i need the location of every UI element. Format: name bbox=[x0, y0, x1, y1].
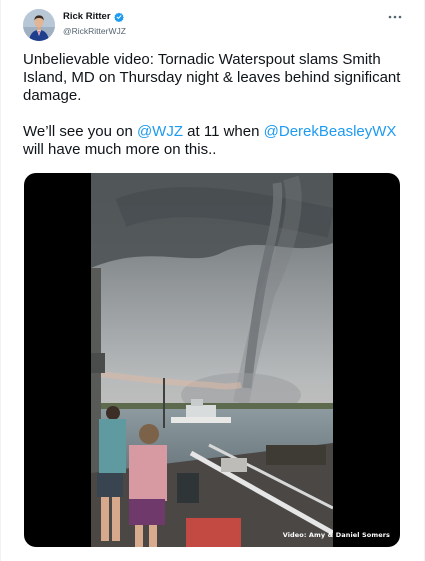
tweet-paragraph-2: We’ll see you on @WJZ at 11 when @DerekB… bbox=[23, 123, 408, 159]
author-name-row: Rick Ritter bbox=[63, 11, 124, 22]
author-avatar[interactable] bbox=[23, 9, 55, 41]
verified-badge-icon bbox=[113, 12, 124, 22]
author-handle[interactable]: @RickRitterWJZ bbox=[63, 26, 126, 36]
tweet-video[interactable]: Video: Amy & Daniel Somers bbox=[24, 173, 400, 547]
more-options-icon bbox=[388, 15, 402, 19]
video-frame-waterspout bbox=[91, 173, 333, 547]
tweet-text-segment: at 11 when bbox=[183, 123, 264, 140]
author-name[interactable]: Rick Ritter bbox=[63, 11, 111, 22]
tweet-text-segment: will have much more on this.. bbox=[23, 141, 217, 158]
tweet-text: Unbelievable video: Tornadic Waterspout … bbox=[23, 51, 408, 159]
tweet-paragraph-1: Unbelievable video: Tornadic Waterspout … bbox=[23, 51, 401, 104]
more-options-button[interactable] bbox=[386, 9, 404, 25]
mention-derekbeasleywx-link[interactable]: @DerekBeasleyWX bbox=[264, 123, 397, 140]
mention-wjz-link[interactable]: @WJZ bbox=[137, 123, 183, 140]
avatar-image bbox=[23, 9, 55, 41]
tweet-text-segment: We’ll see you on bbox=[23, 123, 137, 140]
video-credit: Video: Amy & Daniel Somers bbox=[282, 531, 390, 539]
tweet-card: Rick Ritter @RickRitterWJZ Unbelievable … bbox=[0, 0, 425, 561]
